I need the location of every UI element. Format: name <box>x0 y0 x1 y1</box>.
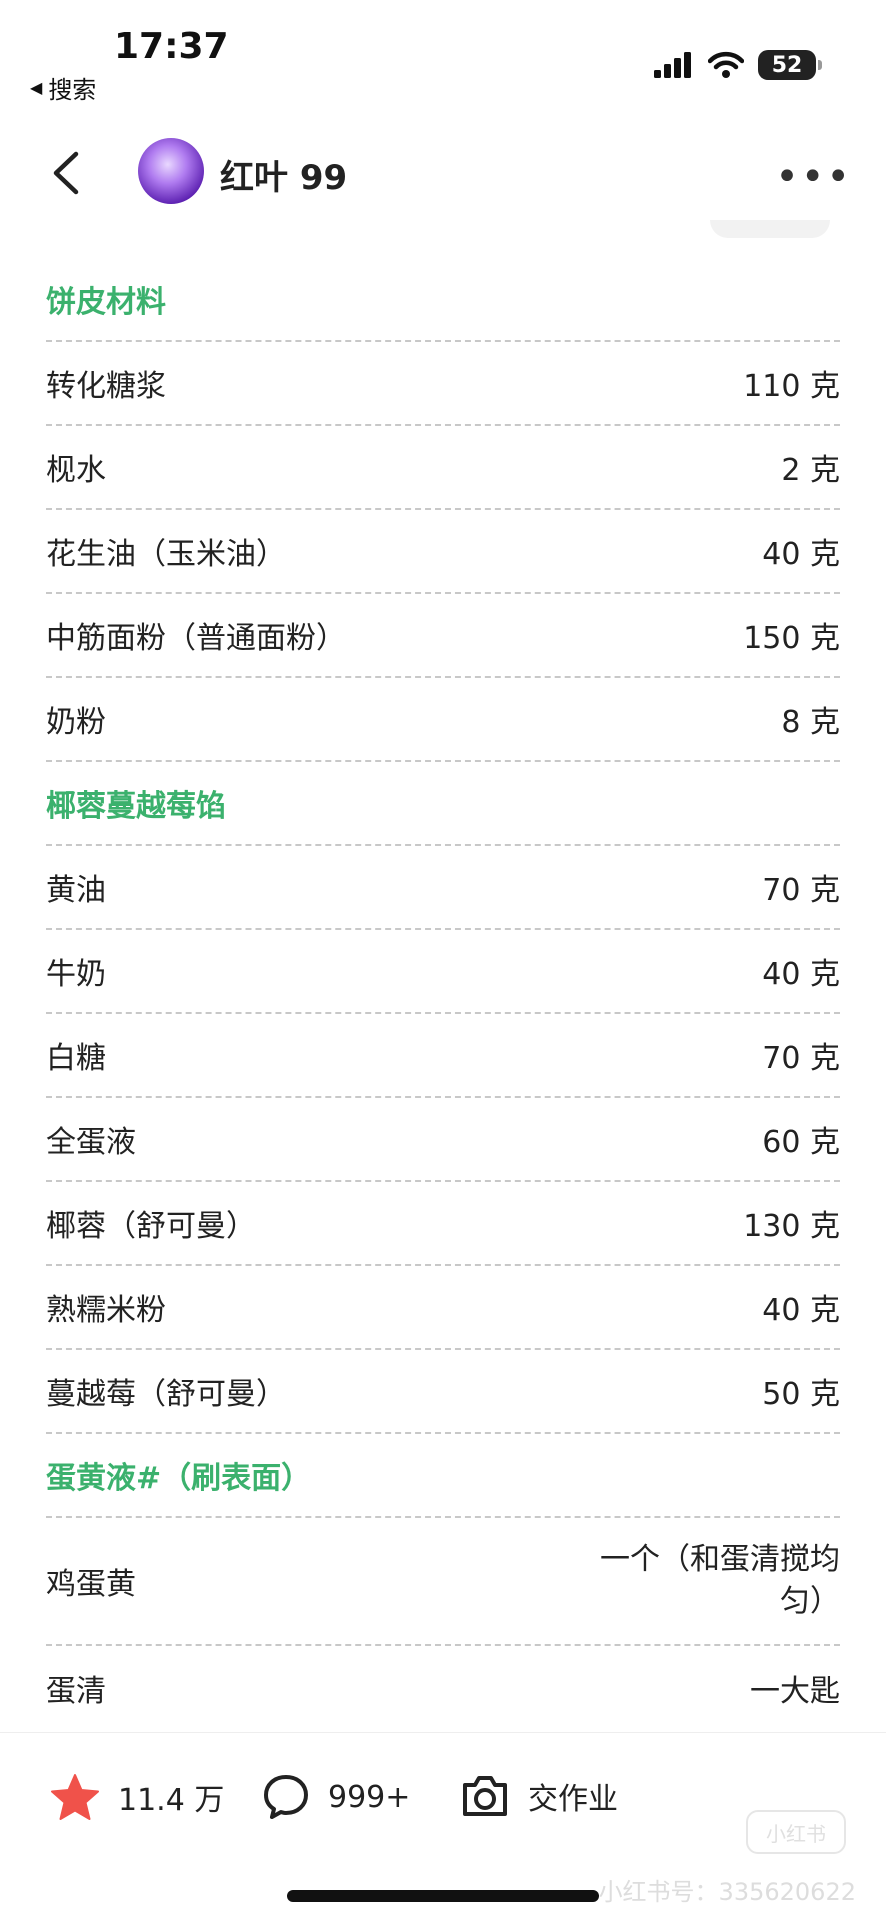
ingredient-quantity: 一大匙 <box>750 1674 840 1709</box>
ingredient-name: 鸡蛋黄 <box>46 1567 136 1602</box>
ingredient-quantity: 150 克 <box>743 621 840 656</box>
star-icon <box>51 1774 99 1820</box>
ingredient-quantity: 110 克 <box>743 369 840 404</box>
ingredient-quantity: 40 克 <box>762 1293 840 1328</box>
ingredient-row: 黄油 70 克 <box>46 846 840 930</box>
ingredient-row: 白糖 70 克 <box>46 1014 840 1098</box>
ingredient-quantity: 70 克 <box>762 1041 840 1076</box>
status-icons: 52 <box>654 50 822 80</box>
ingredient-name: 蔓越莓（舒可曼） <box>46 1377 286 1412</box>
ingredient-quantity: 50 克 <box>762 1377 840 1412</box>
ingredient-name: 转化糖浆 <box>46 369 166 404</box>
homework-button[interactable]: 交作业 <box>460 1773 618 1819</box>
section-header: 蛋黄液#（刷表面） <box>46 1434 840 1518</box>
more-options-icon[interactable]: ••• <box>775 154 852 200</box>
home-indicator <box>287 1890 599 1902</box>
ingredient-quantity: 2 克 <box>781 453 840 488</box>
section-title: 蛋黄液#（刷表面） <box>46 1461 312 1496</box>
ingredient-row: 蔓越莓（舒可曼） 50 克 <box>46 1350 840 1434</box>
ingredient-name: 熟糯米粉 <box>46 1293 166 1328</box>
signal-icon <box>654 52 691 78</box>
ingredient-row: 全蛋液 60 克 <box>46 1098 840 1182</box>
like-button[interactable]: 11.4 万 <box>50 1773 224 1821</box>
camera-icon <box>463 1776 507 1816</box>
ingredient-row: 枧水 2 克 <box>46 426 840 510</box>
section-title: 饼皮材料 <box>46 285 166 320</box>
ingredient-row: 牛奶 40 克 <box>46 930 840 1014</box>
ingredient-name: 花生油（玉米油） <box>46 537 286 572</box>
author-avatar[interactable] <box>138 138 204 204</box>
ingredient-name: 中筋面粉（普通面粉） <box>46 621 346 656</box>
ingredient-row: 转化糖浆 110 克 <box>46 342 840 426</box>
ingredient-row: 熟糯米粉 40 克 <box>46 1266 840 1350</box>
ingredient-row: 椰蓉（舒可曼） 130 克 <box>46 1182 840 1266</box>
watermark-id: 小红书号：335620622 <box>598 1878 856 1906</box>
ingredient-quantity: 70 克 <box>762 873 840 908</box>
ingredient-name: 奶粉 <box>46 705 106 740</box>
comment-count: 999+ <box>328 1779 411 1815</box>
section-title: 椰蓉蔓越莓馅 <box>46 789 226 824</box>
like-count: 11.4 万 <box>118 1783 225 1818</box>
battery-icon: 52 <box>758 50 822 80</box>
back-triangle-icon: ◀ <box>30 78 43 97</box>
ingredient-quantity: 一个（和蛋清搅均匀） <box>600 1542 840 1619</box>
ingredient-name: 白糖 <box>46 1041 106 1076</box>
ingredient-quantity: 40 克 <box>762 537 840 572</box>
ingredient-row: 花生油（玉米油） 40 克 <box>46 510 840 594</box>
back-app-label: 搜索 <box>48 76 97 104</box>
ingredient-name: 黄油 <box>46 873 106 908</box>
ingredient-quantity: 40 克 <box>762 957 840 992</box>
ingredient-name: 蛋清 <box>46 1674 106 1709</box>
ingredient-row: 蛋清 一大匙 <box>46 1646 840 1730</box>
status-bar: 17:37 ◀ 搜索 52 <box>0 0 886 110</box>
ingredient-name: 牛奶 <box>46 957 106 992</box>
ingredient-row: 奶粉 8 克 <box>46 678 840 762</box>
wifi-icon <box>708 51 744 78</box>
ingredient-name: 全蛋液 <box>46 1125 136 1160</box>
ingredient-name: 枧水 <box>46 453 106 488</box>
back-to-app-link[interactable]: ◀ 搜索 <box>30 70 96 105</box>
author-name[interactable]: 红叶 99 <box>220 150 347 199</box>
ingredient-quantity: 8 克 <box>781 705 840 740</box>
ingredient-quantity: 130 克 <box>743 1209 840 1244</box>
homework-label: 交作业 <box>528 1782 618 1817</box>
ingredient-name: 椰蓉（舒可曼） <box>46 1209 256 1244</box>
card-edge <box>710 220 830 238</box>
watermark-logo: 小红书 <box>746 1810 846 1854</box>
back-chevron-icon[interactable] <box>46 148 86 198</box>
section-header: 饼皮材料 <box>46 258 840 342</box>
ingredient-row: 鸡蛋黄 一个（和蛋清搅均匀） <box>46 1518 840 1646</box>
section-header: 椰蓉蔓越莓馅 <box>46 762 840 846</box>
note-header: 红叶 99 ••• <box>0 110 886 230</box>
ingredient-table: 饼皮材料 转化糖浆 110 克枧水 2 克花生油（玉米油） 40 克中筋面粉（普通面粉）… <box>46 258 840 1730</box>
ingredient-row: 中筋面粉（普通面粉） 150 克 <box>46 594 840 678</box>
comment-bubble-icon <box>264 1775 308 1819</box>
clock: 17:37 <box>114 26 229 67</box>
comment-button[interactable]: 999+ <box>262 1773 410 1821</box>
ingredient-quantity: 60 克 <box>762 1125 840 1160</box>
